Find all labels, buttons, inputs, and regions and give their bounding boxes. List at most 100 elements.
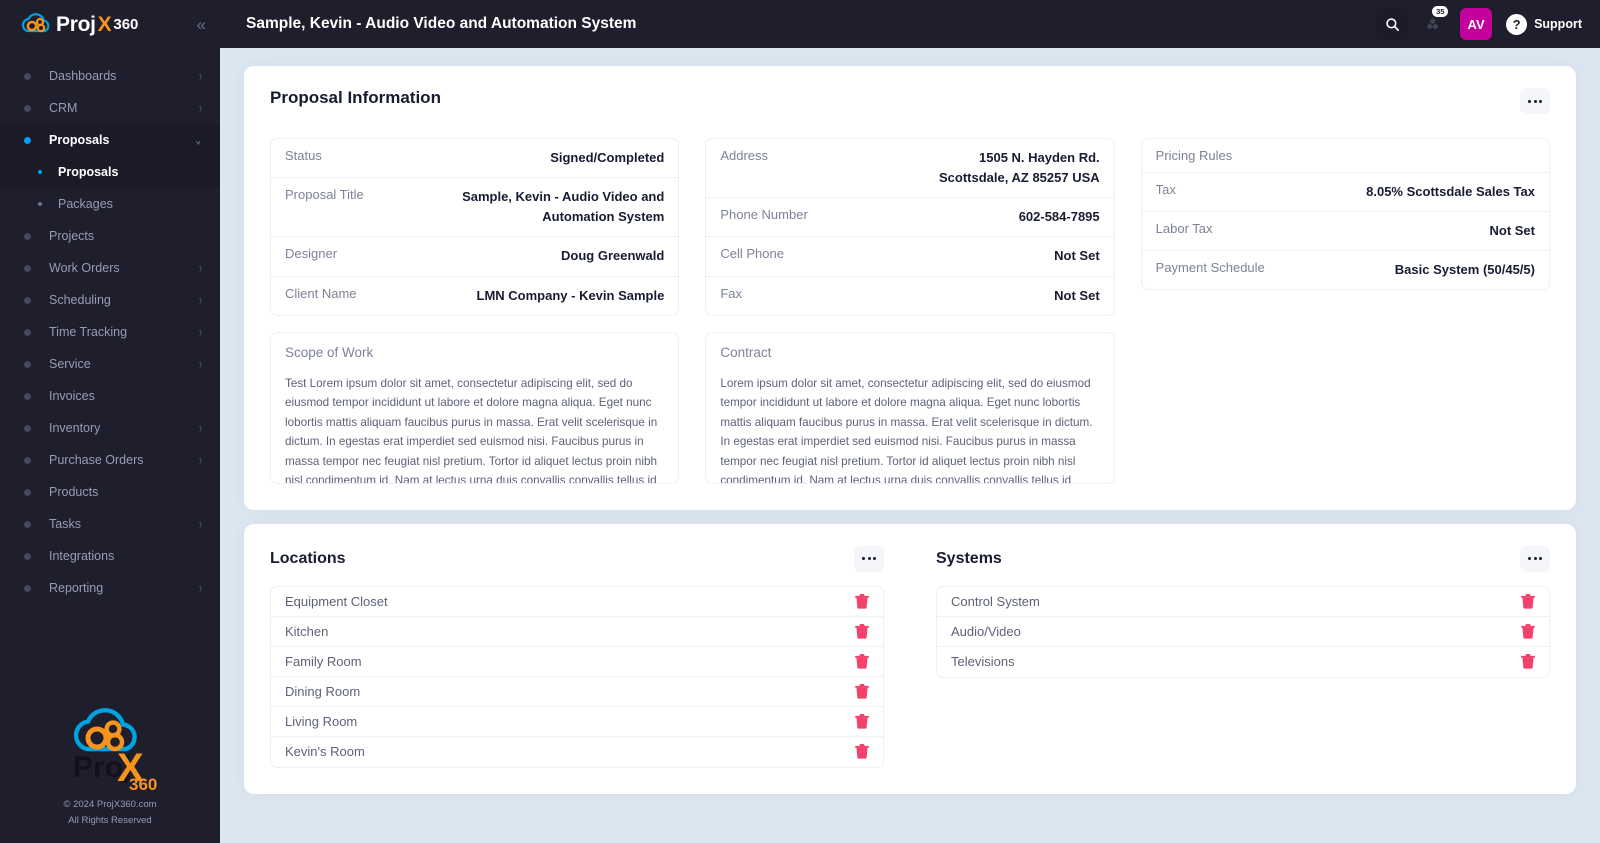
list-item[interactable]: Family Room	[271, 647, 883, 677]
list-item[interactable]: Audio/Video	[937, 617, 1549, 647]
list-item-label: Equipment Closet	[285, 593, 388, 609]
sidebar-item-label: CRM	[49, 101, 78, 115]
proposal-info-grid: Status Signed/Completed Proposal Title S…	[244, 114, 1576, 510]
sidebar-item-label: Reporting	[49, 581, 104, 595]
locations-menu-button[interactable]	[854, 545, 884, 572]
sidebar-item-tasks[interactable]: Tasks ›	[0, 508, 220, 540]
sidebar: Proj X 360 « Dashboards › CRM › Proposals …	[0, 0, 220, 843]
field-label: Payment Schedule	[1155, 260, 1265, 276]
sidebar-item-label: Service	[49, 357, 91, 371]
notifications-button[interactable]: 35	[1418, 6, 1450, 40]
app-logo[interactable]: Proj X 360	[18, 11, 138, 37]
table-row: Address 1505 N. Hayden Rd. Scottsdale, A…	[706, 139, 1114, 199]
bullet-icon	[24, 424, 31, 432]
table-row: Proposal Title Sample, Kevin - Audio Vid…	[271, 178, 679, 238]
sidebar-item-crm[interactable]: CRM ›	[0, 92, 220, 124]
delete-location-button[interactable]	[855, 653, 869, 669]
delete-location-button[interactable]	[855, 593, 869, 609]
footer-copyright: © 2024 ProjX360.com	[63, 798, 157, 810]
sidebar-item-reporting[interactable]: Reporting ›	[0, 572, 220, 604]
systems-menu-button[interactable]	[1520, 545, 1550, 572]
bullet-icon	[24, 456, 31, 464]
field-label: Client Name	[285, 285, 357, 301]
delete-system-button[interactable]	[1521, 593, 1535, 609]
scope-of-work-box: Scope of Work Test Lorem ipsum dolor sit…	[270, 331, 680, 484]
field-value: Basic System (50/45/5)	[1394, 262, 1535, 278]
list-item[interactable]: Dining Room	[271, 677, 883, 707]
trash-icon	[855, 683, 869, 699]
table-row: Pricing Rules	[1141, 139, 1549, 173]
sidebar-item-inventory[interactable]: Inventory ›	[0, 412, 220, 444]
bullet-icon	[24, 72, 31, 80]
contract-title: Contract	[720, 344, 772, 360]
list-item-label: Dining Room	[285, 683, 361, 699]
list-item[interactable]: Living Room	[271, 707, 883, 737]
trash-icon	[855, 593, 869, 609]
search-button[interactable]	[1376, 8, 1409, 40]
bullet-icon	[24, 136, 31, 144]
locations-header: Locations	[270, 524, 884, 586]
list-item[interactable]: Kitchen	[271, 617, 883, 647]
support-button[interactable]: ? Support	[1506, 13, 1582, 35]
table-row: Phone Number 602-584-7895	[706, 198, 1114, 238]
sidebar-item-label: Work Orders	[49, 261, 120, 275]
list-item[interactable]: Televisions	[937, 647, 1549, 677]
sidebar-item-service[interactable]: Service ›	[0, 348, 220, 380]
table-row: Designer Doug Greenwald	[271, 237, 679, 277]
bullet-icon	[24, 232, 31, 240]
chevron-right-icon: ›	[199, 452, 202, 468]
locations-title: Locations	[270, 549, 346, 567]
ellipsis-dot	[862, 557, 865, 561]
delete-system-button[interactable]	[1521, 623, 1535, 639]
sidebar-item-proposals[interactable]: Proposals ⌄	[0, 124, 220, 156]
sidebar-item-projects[interactable]: Projects	[0, 220, 220, 252]
field-label: Status	[285, 148, 322, 163]
list-item[interactable]: Kevin's Room	[271, 737, 883, 767]
dot-icon	[38, 170, 42, 174]
ellipsis-dot	[1533, 557, 1537, 561]
chevron-right-icon: ›	[199, 68, 202, 84]
field-value: Not Set	[1054, 287, 1100, 303]
trash-icon	[1521, 623, 1535, 639]
contract-body: Lorem ipsum dolor sit amet, consectetur …	[720, 376, 1093, 484]
pricing-rules-header: Pricing Rules	[1155, 148, 1233, 163]
chevron-right-icon: ›	[199, 324, 202, 340]
list-item[interactable]: Control System	[937, 587, 1549, 617]
sidebar-item-products[interactable]: Products	[0, 476, 220, 508]
sidebar-item-purchase-orders[interactable]: Purchase Orders ›	[0, 444, 220, 476]
sidebar-item-integrations[interactable]: Integrations	[0, 540, 220, 572]
sidebar-collapse-button[interactable]: «	[197, 16, 206, 33]
delete-location-button[interactable]	[855, 623, 869, 639]
sidebar-item-time-tracking[interactable]: Time Tracking ›	[0, 316, 220, 348]
sidebar-item-dashboards[interactable]: Dashboards ›	[0, 60, 220, 92]
logo-text-360: 360	[113, 15, 139, 33]
sidebar-item-work-orders[interactable]: Work Orders ›	[0, 252, 220, 284]
sidebar-item-invoices[interactable]: Invoices	[0, 380, 220, 412]
lists-wrapper: Locations Equipment Closet Kitchen Famil…	[244, 524, 1576, 794]
sidebar-item-scheduling[interactable]: Scheduling ›	[0, 284, 220, 316]
delete-location-button[interactable]	[855, 683, 869, 699]
sidebar-subitem-packages[interactable]: Packages	[0, 188, 220, 220]
scope-of-work-body: Test Lorem ipsum dolor sit amet, consect…	[285, 376, 658, 484]
info-column-pricing: Pricing Rules Tax 8.05% Scottsdale Sales…	[1140, 138, 1550, 484]
delete-location-button[interactable]	[855, 713, 869, 729]
sidebar-subitem-proposals[interactable]: Proposals	[0, 156, 220, 188]
locations-list: Equipment Closet Kitchen Family Room Din…	[270, 585, 884, 768]
sidebar-footer: Proj X 360 © 2024 ProjX360.com All Right…	[0, 705, 220, 843]
delete-location-button[interactable]	[855, 744, 869, 759]
notifications-icon	[1426, 17, 1438, 29]
proposal-card-menu-button[interactable]	[1520, 88, 1550, 114]
field-label: Address	[720, 148, 769, 163]
bullet-icon	[24, 584, 31, 592]
logo-text-proj: Proj	[56, 12, 96, 36]
systems-section: Systems Control System Audio/Video Telev…	[910, 524, 1576, 768]
info-column-details: Status Signed/Completed Proposal Title S…	[270, 138, 680, 484]
systems-list: Control System Audio/Video Televisions	[936, 585, 1550, 678]
ellipsis-dot	[1539, 557, 1542, 561]
list-item[interactable]: Equipment Closet	[271, 587, 883, 617]
avatar[interactable]: AV	[1460, 8, 1493, 40]
table-row: Cell Phone Not Set	[706, 237, 1114, 277]
delete-system-button[interactable]	[1521, 654, 1535, 669]
field-value: LMN Company - Kevin Sample	[476, 287, 665, 303]
ellipsis-dot	[1533, 99, 1537, 103]
